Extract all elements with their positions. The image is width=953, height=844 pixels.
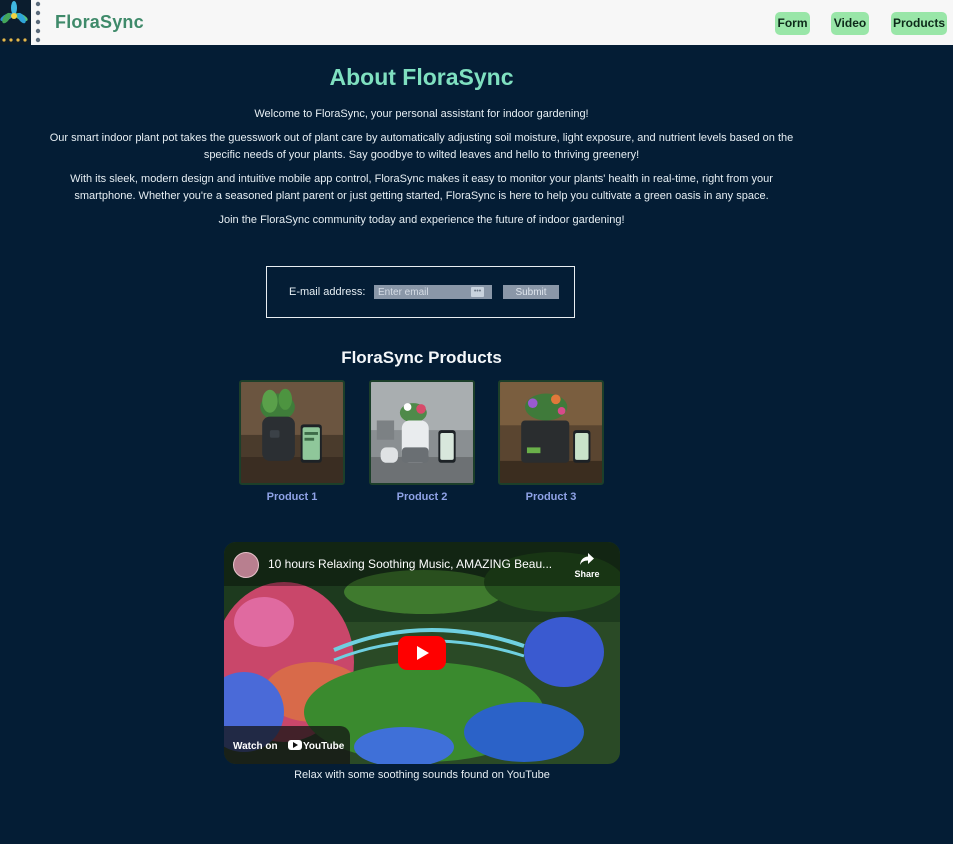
about-text: Welcome to FloraSync, your personal assi… xyxy=(40,106,803,236)
brand-name[interactable]: FloraSync xyxy=(55,12,144,33)
nav-video-button[interactable]: Video xyxy=(831,12,869,35)
product-3-link[interactable]: Product 3 xyxy=(498,491,604,503)
product-card: Product 1 xyxy=(239,380,345,503)
nav-products-button[interactable]: Products xyxy=(891,12,947,35)
youtube-video-embed[interactable]: 10 hours Relaxing Soothing Music, AMAZIN… xyxy=(224,542,620,764)
play-icon[interactable] xyxy=(398,636,446,670)
about-paragraph: Welcome to FloraSync, your personal assi… xyxy=(254,108,589,120)
video-caption: Relax with some soothing sounds found on… xyxy=(294,769,550,781)
product-card: Product 2 xyxy=(369,380,475,503)
about-paragraph: Our smart indoor plant pot takes the gue… xyxy=(49,132,794,161)
youtube-label: YouTube xyxy=(303,741,345,752)
florasync-logo-icon[interactable] xyxy=(0,0,44,45)
email-form: E-mail address: ••• Submit xyxy=(266,266,575,318)
email-label: E-mail address: xyxy=(289,286,366,298)
product-2-link[interactable]: Product 2 xyxy=(369,491,475,503)
share-icon xyxy=(580,553,594,565)
watch-on-youtube-button[interactable]: Watch on YouTube xyxy=(224,726,350,764)
product-1-image[interactable] xyxy=(239,380,345,485)
share-label: Share xyxy=(574,569,600,579)
navbar: FloraSync Form Video Products xyxy=(0,0,953,45)
about-paragraph: With its sleek, modern design and intuit… xyxy=(70,173,773,202)
product-card: Product 3 xyxy=(498,380,604,503)
share-button[interactable]: Share xyxy=(572,552,602,579)
autofill-dots-icon[interactable]: ••• xyxy=(471,287,484,297)
youtube-logo-icon: YouTube xyxy=(288,740,344,752)
about-title: About FloraSync xyxy=(329,64,514,90)
watch-on-label: Watch on xyxy=(233,741,278,752)
video-title[interactable]: 10 hours Relaxing Soothing Music, AMAZIN… xyxy=(268,557,552,571)
product-1-link[interactable]: Product 1 xyxy=(239,491,345,503)
products-title: FloraSync Products xyxy=(341,348,502,367)
product-3-image[interactable] xyxy=(498,380,604,485)
nav-form-button[interactable]: Form xyxy=(775,12,810,35)
submit-button[interactable]: Submit xyxy=(503,285,559,299)
about-paragraph: Join the FloraSync community today and e… xyxy=(218,214,625,226)
channel-avatar[interactable] xyxy=(233,552,259,578)
product-2-image[interactable] xyxy=(369,380,475,485)
